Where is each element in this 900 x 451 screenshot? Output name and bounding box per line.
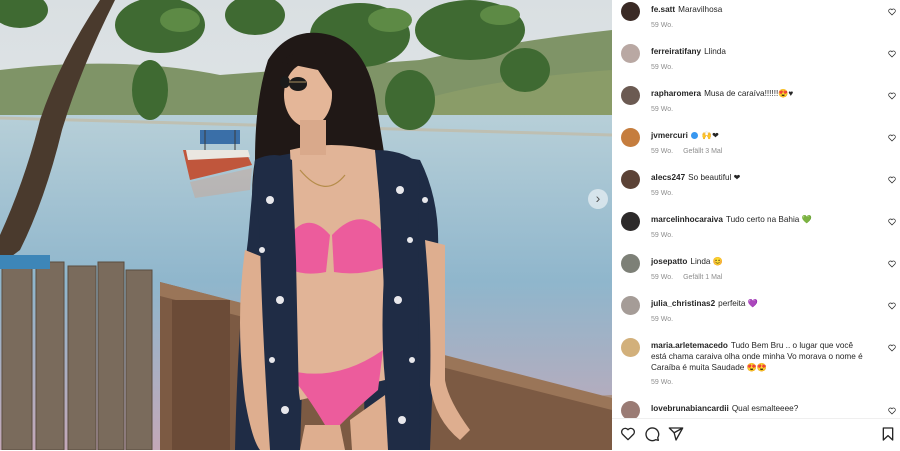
comment-like-heart-icon[interactable] — [888, 218, 896, 226]
comment-username[interactable]: alecs247 — [651, 173, 685, 182]
heart-outline-icon[interactable] — [620, 426, 636, 442]
comment-username[interactable]: marcelinhocaraiva — [651, 215, 723, 224]
comment-username[interactable]: lovebrunabiancardii — [651, 404, 729, 413]
comment-username[interactable]: rapharomera — [651, 89, 701, 98]
comment-username[interactable]: josepatto — [651, 257, 687, 266]
comments-panel[interactable]: fe.satt Maravilhosa 59 Wo. ferreiratifany… — [612, 0, 900, 418]
comment-like-heart-icon[interactable] — [888, 407, 896, 415]
comment-time[interactable]: 59 Wo. — [651, 148, 673, 155]
comment-likes-count[interactable]: Gefällt 3 Mal — [683, 148, 722, 155]
comment-username[interactable]: ferreiratifany — [651, 47, 701, 56]
post-photo: › — [0, 0, 612, 450]
avatar[interactable] — [621, 2, 640, 21]
avatar[interactable] — [621, 170, 640, 189]
chevron-right-icon: › — [595, 190, 601, 206]
post-action-bar — [612, 418, 900, 451]
comment-time[interactable]: 59 Wo. — [651, 232, 673, 239]
avatar[interactable] — [621, 296, 640, 315]
comment-time[interactable]: 59 Wo. — [651, 379, 673, 386]
comment-like-heart-icon[interactable] — [888, 134, 896, 142]
comment-like-heart-icon[interactable] — [888, 302, 896, 310]
verified-badge-icon — [690, 132, 698, 139]
comment-likes-count[interactable]: Gefällt 1 Mal — [683, 274, 722, 281]
comment-text: Qual esmalteeee? — [731, 404, 799, 413]
comment-time[interactable]: 59 Wo. — [651, 22, 673, 29]
comment-username[interactable]: maria.arletemacedo — [651, 341, 728, 350]
avatar[interactable] — [621, 401, 640, 418]
comment-text: Musa de caraíva!!!!!!😍♥ — [704, 89, 794, 98]
comment-text: 🙌❤ — [701, 131, 719, 140]
comment-text: Maravilhosa — [678, 5, 723, 14]
comment-text: perfeita 💜 — [718, 299, 758, 308]
comment-text: Llinda — [704, 47, 726, 56]
comment-bubble-icon[interactable] — [644, 426, 660, 442]
next-photo-button[interactable]: › — [588, 189, 608, 209]
comment-time[interactable]: 59 Wo. — [651, 316, 673, 323]
avatar[interactable] — [621, 212, 640, 231]
avatar[interactable] — [621, 254, 640, 273]
paper-plane-icon[interactable] — [668, 426, 684, 442]
comment-username[interactable]: jvmercuri — [651, 131, 688, 140]
comment-like-heart-icon[interactable] — [888, 50, 896, 58]
comment-like-heart-icon[interactable] — [888, 260, 896, 268]
comment-like-heart-icon[interactable] — [888, 344, 896, 352]
comment-username[interactable]: julia_christinas2 — [651, 299, 715, 308]
avatar[interactable] — [621, 338, 640, 357]
comment-time[interactable]: 59 Wo. — [651, 106, 673, 113]
avatar[interactable] — [621, 128, 640, 147]
avatar[interactable] — [621, 86, 640, 105]
comment-time[interactable]: 59 Wo. — [651, 274, 673, 281]
avatar[interactable] — [621, 44, 640, 63]
comment-time[interactable]: 59 Wo. — [651, 64, 673, 71]
comment-like-heart-icon[interactable] — [888, 92, 896, 100]
comment-text: Linda 😊 — [690, 257, 723, 266]
beach-photo-illustration — [0, 0, 612, 450]
comment-like-heart-icon[interactable] — [888, 8, 896, 16]
comment-username[interactable]: fe.satt — [651, 5, 675, 14]
comment-text: So beautiful ❤ — [688, 173, 741, 182]
comment-time[interactable]: 59 Wo. — [651, 190, 673, 197]
comment-like-heart-icon[interactable] — [888, 176, 896, 184]
comment-text: Tudo certo na Bahia 💚 — [725, 215, 812, 224]
bookmark-icon[interactable] — [880, 426, 896, 442]
